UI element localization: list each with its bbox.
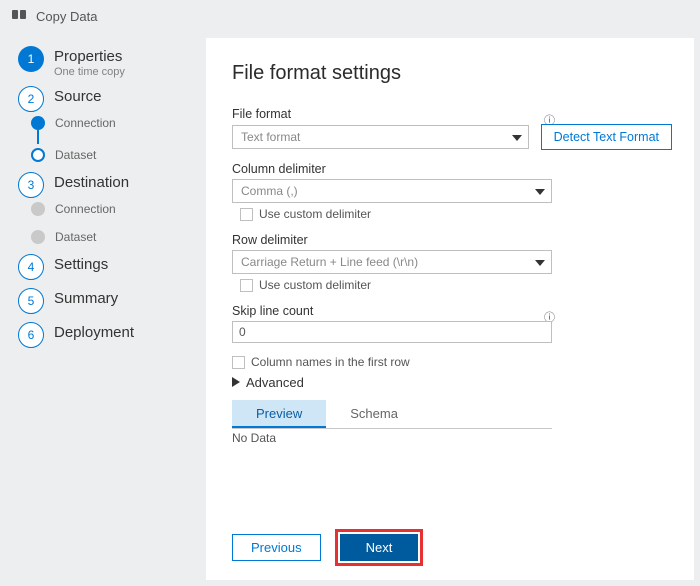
chevron-down-icon — [535, 184, 545, 198]
main-panel: File format settings File format ⓘ Text … — [206, 38, 694, 580]
colnames-first-row-checkbox[interactable]: Column names in the first row — [232, 355, 672, 369]
step-source[interactable]: 2 Source — [18, 86, 192, 112]
substep-source-connection[interactable]: Connection — [31, 116, 192, 130]
tab-schema[interactable]: Schema — [326, 400, 422, 428]
preview-schema-tabs: Preview Schema — [232, 400, 552, 429]
substep-source-dataset[interactable]: Dataset — [31, 148, 192, 162]
advanced-toggle[interactable]: Advanced — [232, 375, 672, 390]
substep-label: Connection — [55, 202, 116, 216]
column-delimiter-value: Comma (,) — [241, 184, 298, 198]
row-custom-delimiter-checkbox[interactable]: Use custom delimiter — [232, 278, 672, 292]
wizard-footer: Previous Next — [232, 529, 423, 566]
step-properties[interactable]: 1 Properties One time copy — [18, 46, 192, 78]
skip-line-label: Skip line count — [232, 304, 313, 318]
wizard-sidebar: 1 Properties One time copy 2 Source Conn… — [0, 34, 200, 356]
checkbox-icon — [232, 356, 245, 369]
detect-text-format-button[interactable]: Detect Text Format — [541, 124, 672, 150]
step-label: Deployment — [54, 324, 134, 341]
step-deployment[interactable]: 6 Deployment — [18, 322, 192, 348]
checkbox-icon — [240, 279, 253, 292]
no-data-text: No Data — [232, 431, 672, 445]
substep-label: Connection — [55, 116, 116, 130]
column-delimiter-label: Column delimiter — [232, 162, 672, 176]
step-label: Destination — [54, 174, 129, 191]
step-sublabel: One time copy — [54, 66, 125, 78]
triangle-right-icon — [232, 375, 240, 390]
info-icon[interactable]: ⓘ — [544, 309, 552, 317]
substep-dot-icon — [31, 116, 45, 130]
column-delimiter-select[interactable]: Comma (,) — [232, 179, 552, 203]
next-button-highlight: Next — [335, 529, 424, 566]
row-delimiter-value: Carriage Return + Line feed (\r\n) — [241, 255, 418, 269]
file-format-select[interactable]: Text format — [232, 125, 529, 149]
column-custom-delimiter-checkbox[interactable]: Use custom delimiter — [232, 207, 672, 221]
step-number-icon: 1 — [18, 46, 44, 72]
step-label: Properties — [54, 48, 125, 65]
row-custom-delimiter-label: Use custom delimiter — [259, 278, 371, 292]
page-title: File format settings — [232, 62, 672, 85]
step-destination[interactable]: 3 Destination — [18, 172, 192, 198]
skip-line-input[interactable] — [232, 321, 552, 343]
step-number-icon: 2 — [18, 86, 44, 112]
file-format-label: File format — [232, 107, 291, 121]
step-settings[interactable]: 4 Settings — [18, 254, 192, 280]
step-number-icon: 6 — [18, 322, 44, 348]
chevron-down-icon — [535, 255, 545, 269]
step-label: Source — [54, 88, 102, 105]
row-delimiter-label: Row delimiter — [232, 233, 672, 247]
substep-dot-icon — [31, 148, 45, 162]
chevron-down-icon — [512, 130, 522, 144]
substep-dot-icon — [31, 230, 45, 244]
step-number-icon: 3 — [18, 172, 44, 198]
colnames-first-row-label: Column names in the first row — [251, 355, 410, 369]
next-button[interactable]: Next — [340, 534, 419, 561]
step-label: Summary — [54, 290, 118, 307]
substep-label: Dataset — [55, 148, 96, 162]
step-summary[interactable]: 5 Summary — [18, 288, 192, 314]
substep-dot-icon — [31, 202, 45, 216]
substep-dest-dataset[interactable]: Dataset — [31, 230, 192, 244]
info-icon[interactable]: ⓘ — [544, 112, 552, 120]
column-custom-delimiter-label: Use custom delimiter — [259, 207, 371, 221]
substep-dest-connection[interactable]: Connection — [31, 202, 192, 216]
row-delimiter-select[interactable]: Carriage Return + Line feed (\r\n) — [232, 250, 552, 274]
step-number-icon: 4 — [18, 254, 44, 280]
copy-data-icon — [12, 8, 28, 25]
tab-preview[interactable]: Preview — [232, 400, 326, 428]
substep-label: Dataset — [55, 230, 96, 244]
step-number-icon: 5 — [18, 288, 44, 314]
previous-button[interactable]: Previous — [232, 534, 321, 561]
checkbox-icon — [240, 208, 253, 221]
wizard-header: Copy Data — [0, 0, 700, 31]
step-label: Settings — [54, 256, 108, 273]
advanced-label: Advanced — [246, 375, 304, 390]
wizard-title: Copy Data — [36, 9, 97, 24]
file-format-value: Text format — [241, 130, 300, 144]
substep-connector — [37, 130, 39, 144]
